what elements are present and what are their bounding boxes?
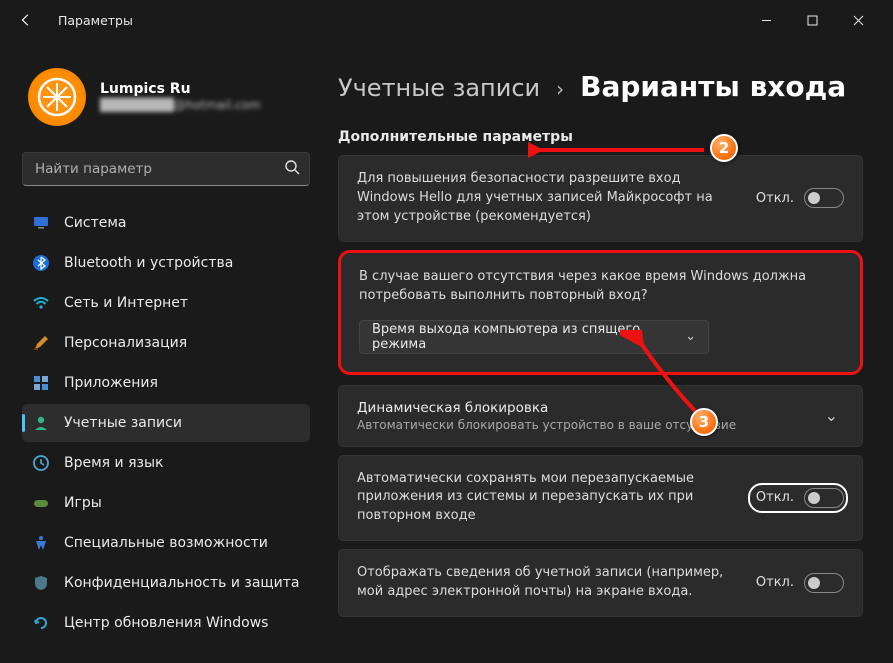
chevron-down-icon: ⌄ <box>685 329 696 344</box>
sidebar-item-label: Персонализация <box>64 335 187 351</box>
toggle-label: Откл. <box>756 490 794 505</box>
clock-icon <box>32 454 50 472</box>
toggle-label: Откл. <box>756 191 794 206</box>
sidebar-item-label: Система <box>64 215 126 231</box>
sidebar-item-privacy[interactable]: Конфиденциальность и защита <box>22 564 310 602</box>
sidebar-item-system[interactable]: Система <box>22 204 310 242</box>
sidebar-item-bluetooth[interactable]: Bluetooth и устройства <box>22 244 310 282</box>
sidebar-item-label: Конфиденциальность и защита <box>64 575 299 591</box>
accessibility-icon <box>32 534 50 552</box>
card-hello-desc: Для повышения безопасности разрешите вхо… <box>357 170 740 227</box>
sidebar-item-label: Игры <box>64 495 102 511</box>
arrow-left-icon <box>19 13 33 27</box>
sidebar-item-accounts[interactable]: Учетные записи <box>22 404 310 442</box>
titlebar: Параметры <box>0 0 893 40</box>
close-button[interactable] <box>835 4 881 36</box>
sidebar-item-gaming[interactable]: Игры <box>22 484 310 522</box>
avatar <box>28 68 86 126</box>
sidebar-item-windows-update[interactable]: Центр обновления Windows <box>22 604 310 642</box>
wifi-icon <box>32 294 50 312</box>
sidebar-item-network[interactable]: Сеть и Интернет <box>22 284 310 322</box>
toggle-label: Откл. <box>756 575 794 590</box>
toggle-switch[interactable] <box>804 488 844 508</box>
sidebar-item-label: Bluetooth и устройства <box>64 255 233 271</box>
card-dynlock-title: Динамическая блокировка <box>357 400 809 416</box>
toggle-switch[interactable] <box>804 188 844 208</box>
back-button[interactable] <box>12 6 40 34</box>
card-account-info[interactable]: Отображать сведения об учетной записи (н… <box>338 549 863 617</box>
card-restart-desc: Автоматически сохранять мои перезапускае… <box>357 470 740 527</box>
profile-name: Lumpics Ru <box>100 80 261 98</box>
card-dynamic-lock[interactable]: Динамическая блокировка Автоматически бл… <box>338 385 863 447</box>
toggle-switch[interactable] <box>804 573 844 593</box>
shield-icon <box>32 574 50 592</box>
person-icon <box>32 414 50 432</box>
card-accinfo-desc: Отображать сведения об учетной записи (н… <box>357 564 740 602</box>
sidebar-item-accessibility[interactable]: Специальные возможности <box>22 524 310 562</box>
breadcrumb-parent[interactable]: Учетные записи <box>338 74 540 102</box>
bluetooth-icon <box>32 254 50 272</box>
monitor-icon <box>32 214 50 232</box>
card-relogin-desc: В случае вашего отсутствия через какое в… <box>359 267 842 306</box>
close-icon <box>853 15 864 26</box>
section-title-additional: Дополнительные параметры <box>338 129 863 145</box>
chevron-down-icon: ⌄ <box>825 406 844 425</box>
card-dynlock-sub: Автоматически блокировать устройство в в… <box>357 418 809 432</box>
sidebar-item-label: Сеть и Интернет <box>64 295 188 311</box>
minimize-button[interactable] <box>743 4 789 36</box>
sidebar: Lumpics Ru ████████@hotmail.com Система … <box>0 40 320 663</box>
annotation-bubble-2: 2 <box>710 134 738 162</box>
sidebar-item-label: Учетные записи <box>64 415 182 431</box>
profile-email: ████████@hotmail.com <box>100 98 261 114</box>
avatar-orange-icon <box>37 77 77 117</box>
maximize-icon <box>807 15 818 26</box>
main-content: Учетные записи › Варианты входа Дополнит… <box>320 40 893 663</box>
nav-list: Система Bluetooth и устройства Сеть и Ин… <box>22 204 310 642</box>
sidebar-item-label: Центр обновления Windows <box>64 615 268 631</box>
breadcrumb: Учетные записи › Варианты входа <box>338 70 863 103</box>
apps-icon <box>32 374 50 392</box>
sidebar-item-apps[interactable]: Приложения <box>22 364 310 402</box>
minimize-icon <box>761 15 772 26</box>
search-input[interactable] <box>22 152 310 186</box>
card-windows-hello[interactable]: Для повышения безопасности разрешите вхо… <box>338 155 863 242</box>
profile-block[interactable]: Lumpics Ru ████████@hotmail.com <box>28 68 310 126</box>
card-relogin-highlighted: В случае вашего отсутствия через какое в… <box>338 250 863 375</box>
sidebar-item-label: Время и язык <box>64 455 163 471</box>
gamepad-icon <box>32 494 50 512</box>
relogin-dropdown[interactable]: Время выхода компьютера из спящего режим… <box>359 320 709 354</box>
sidebar-item-label: Специальные возможности <box>64 535 268 551</box>
page-title: Варианты входа <box>580 70 846 103</box>
sidebar-item-personalization[interactable]: Персонализация <box>22 324 310 362</box>
chevron-right-icon: › <box>556 77 564 101</box>
card-restart-apps[interactable]: Автоматически сохранять мои перезапускае… <box>338 455 863 542</box>
annotation-bubble-3: 3 <box>690 408 718 436</box>
brush-icon <box>32 334 50 352</box>
dropdown-value: Время выхода компьютера из спящего режим… <box>372 322 685 352</box>
titlebar-title: Параметры <box>58 13 133 28</box>
update-icon <box>32 614 50 632</box>
maximize-button[interactable] <box>789 4 835 36</box>
search-icon[interactable] <box>284 159 300 179</box>
sidebar-item-label: Приложения <box>64 375 158 391</box>
sidebar-item-time-language[interactable]: Время и язык <box>22 444 310 482</box>
